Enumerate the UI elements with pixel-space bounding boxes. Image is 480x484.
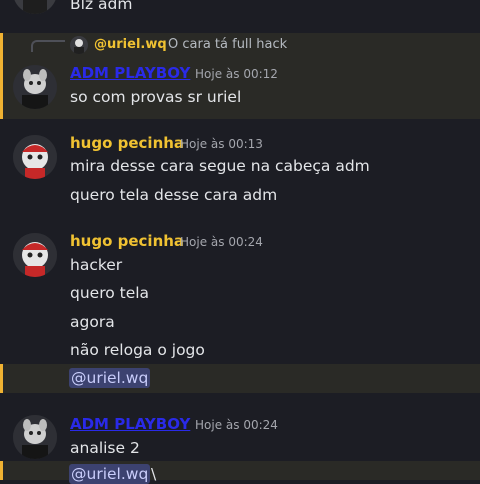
message-text: agora — [70, 313, 115, 331]
message-timestamp: Hoje às 00:24 — [180, 235, 263, 249]
message-text: quero tela — [70, 284, 150, 302]
avatar-adm-playboy[interactable] — [13, 415, 57, 459]
message-text: Blz adm — [70, 0, 133, 13]
avatar-hugo-pecinha[interactable] — [13, 233, 57, 277]
message-author[interactable]: ADM PLAYBOY — [70, 415, 190, 433]
message-text: não reloga o jogo — [70, 341, 205, 359]
message-text-suffix: \ — [151, 465, 157, 483]
reply-connector — [31, 40, 65, 52]
avatar-hugo-pecinha[interactable] — [13, 135, 57, 179]
message-timestamp: Hoje às 00:12 — [195, 67, 278, 81]
avatar-top-partial[interactable] — [13, 0, 57, 14]
mention-highlight-bar — [0, 364, 3, 393]
mention-highlight-bar — [0, 33, 3, 119]
message-timestamp: Hoje às 00:24 — [195, 418, 278, 432]
mention-highlight-bar — [0, 461, 3, 480]
user-mention[interactable]: @uriel.wq — [69, 464, 151, 484]
message-author[interactable]: hugo pecinha — [70, 232, 184, 250]
reply-text[interactable]: O cara tá full hack — [168, 36, 287, 54]
message-text: quero tela desse cara adm — [70, 186, 278, 204]
message-author[interactable]: hugo pecinha — [70, 134, 184, 152]
message-text: so com provas sr uriel — [70, 88, 242, 106]
message-text: hacker — [70, 256, 123, 274]
message-author[interactable]: ADM PLAYBOY — [70, 64, 190, 82]
reply-avatar[interactable] — [70, 36, 88, 54]
message-timestamp: Hoje às 00:13 — [180, 137, 263, 151]
avatar-adm-playboy[interactable] — [13, 65, 57, 109]
user-mention[interactable]: @uriel.wq — [69, 368, 151, 388]
reply-author[interactable]: @uriel.wq — [94, 36, 167, 54]
message-text: analise 2 — [70, 439, 140, 457]
message-text: mira desse cara segue na cabeça adm — [70, 157, 370, 175]
